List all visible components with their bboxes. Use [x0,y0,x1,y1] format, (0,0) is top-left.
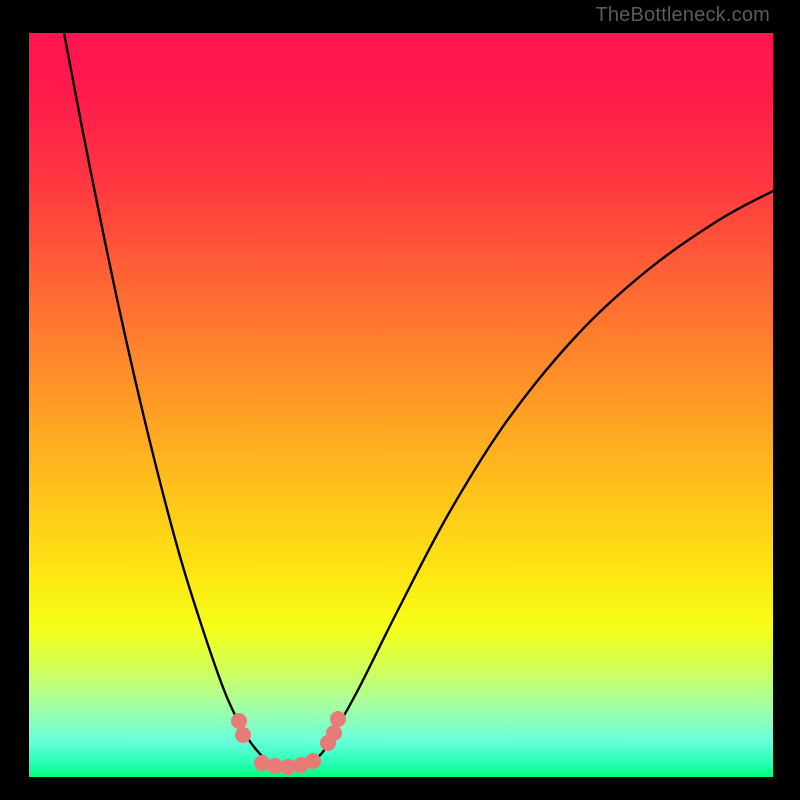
plot-area [29,33,773,777]
marker-valley-5 [305,753,321,769]
marker-left-cluster-top [231,713,247,729]
marker-left-cluster-bottom [235,727,251,743]
data-markers [231,711,346,775]
bottleneck-curve [64,33,773,766]
marker-right-cluster-mid [326,725,342,741]
marker-right-cluster-top [330,711,346,727]
chart-svg [29,33,773,777]
watermark-text: TheBottleneck.com [595,4,770,27]
outer-frame: TheBottleneck.com [0,0,800,800]
